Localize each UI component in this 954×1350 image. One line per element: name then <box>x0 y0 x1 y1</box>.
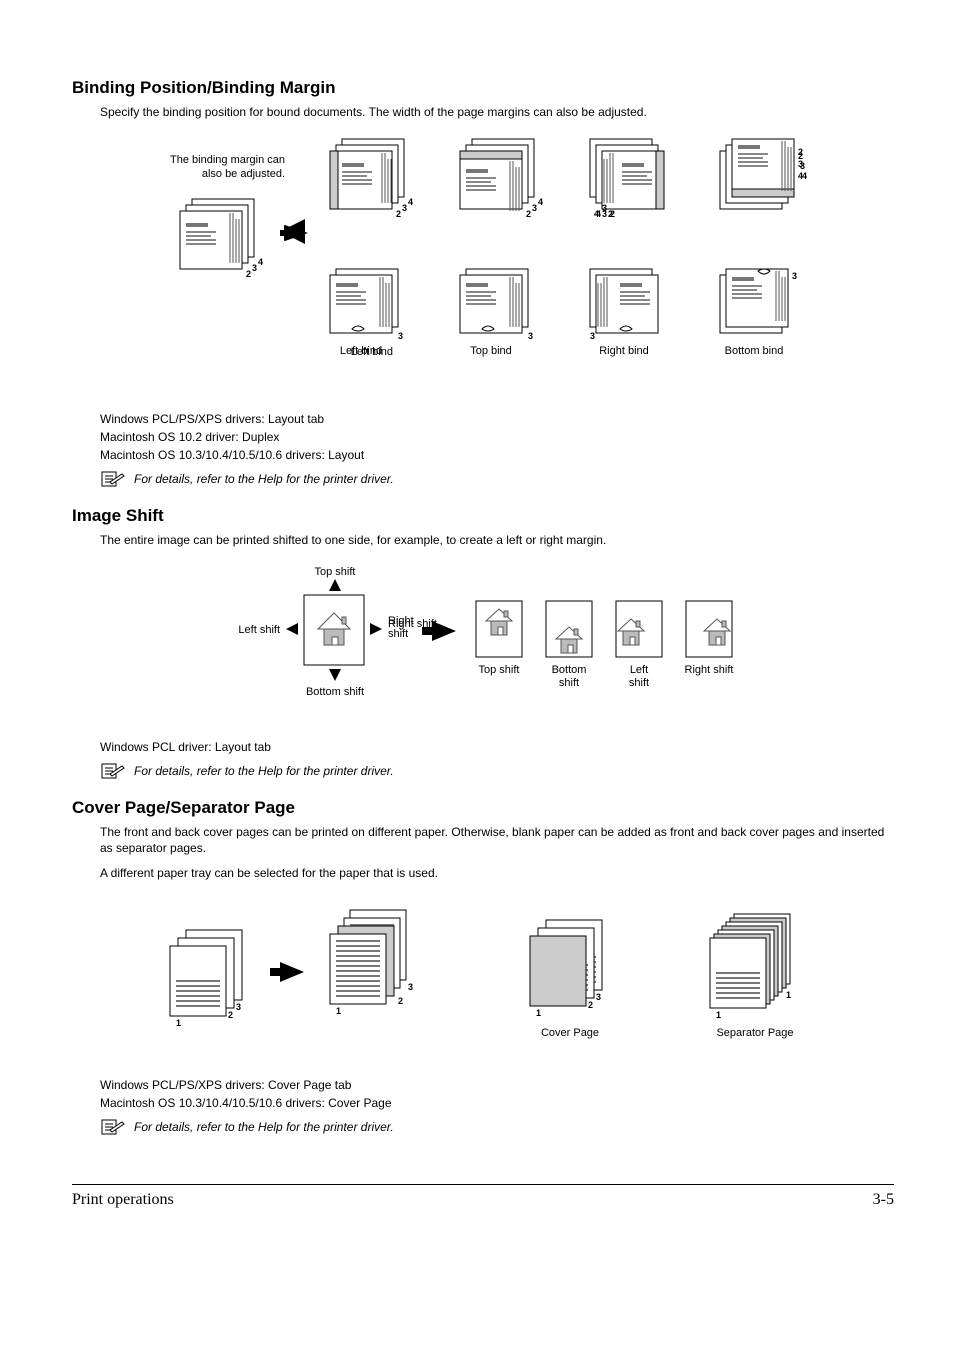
svg-text:2: 2 <box>246 269 251 279</box>
svg-text:2: 2 <box>588 1000 593 1010</box>
svg-text:3: 3 <box>408 982 413 992</box>
svg-text:1: 1 <box>176 1018 181 1028</box>
intro-binding: Specify the binding position for bound d… <box>100 104 894 121</box>
diagram-cover: 1 2 3 1 2 3 1 2 3 Cover Page <box>100 890 894 1068</box>
note-text: For details, refer to the Help for the p… <box>134 1120 394 1134</box>
svg-text:2: 2 <box>798 151 803 161</box>
svg-text:3: 3 <box>236 1002 241 1012</box>
svg-text:Right: Right <box>388 615 414 627</box>
note-text: For details, refer to the Help for the p… <box>134 764 394 778</box>
svg-text:1: 1 <box>716 1010 721 1020</box>
svg-text:2: 2 <box>396 209 401 219</box>
driver-binding-win: Windows PCL/PS/XPS drivers: Layout tab <box>100 412 894 426</box>
svg-text:Separator Page: Separator Page <box>716 1027 793 1039</box>
note-binding: For details, refer to the Help for the p… <box>100 470 894 488</box>
note-icon <box>100 1118 126 1136</box>
note-icon <box>100 470 126 488</box>
svg-text:The binding margin can: The binding margin can <box>170 154 285 166</box>
intro-cover-2: A different paper tray can be selected f… <box>100 865 894 882</box>
svg-text:4: 4 <box>408 197 413 207</box>
svg-text:Left shift: Left shift <box>238 624 280 636</box>
svg-text:3: 3 <box>532 203 537 213</box>
svg-text:Bottom bind: Bottom bind <box>725 345 784 357</box>
svg-text:shift: shift <box>388 628 408 640</box>
svg-text:3: 3 <box>252 263 257 273</box>
svg-text:Right shift: Right shift <box>685 664 734 676</box>
diagram-imageshift: Top shift Bottom shift Left shift Right … <box>100 557 894 730</box>
svg-text:2: 2 <box>228 1010 233 1020</box>
svg-text:Left: Left <box>630 664 648 676</box>
intro-cover-1: The front and back cover pages can be pr… <box>100 824 894 858</box>
svg-text:2: 2 <box>526 209 531 219</box>
heading-cover: Cover Page/Separator Page <box>72 798 894 818</box>
note-icon <box>100 762 126 780</box>
footer-left: Print operations <box>72 1191 174 1209</box>
svg-text:4: 4 <box>802 171 807 181</box>
svg-text:Left bind: Left bind <box>340 345 382 357</box>
driver-binding-mac102: Macintosh OS 10.2 driver: Duplex <box>100 430 894 444</box>
page-footer: Print operations 3-5 <box>72 1184 894 1209</box>
svg-text:Top bind: Top bind <box>470 345 512 357</box>
svg-text:3: 3 <box>800 161 805 171</box>
svg-text:2: 2 <box>398 996 403 1006</box>
svg-text:Right bind: Right bind <box>599 345 649 357</box>
svg-text:shift: shift <box>629 677 649 689</box>
svg-text:shift: shift <box>559 677 579 689</box>
heading-binding: Binding Position/Binding Margin <box>72 78 894 98</box>
svg-text:4: 4 <box>594 209 599 219</box>
svg-text:1: 1 <box>786 990 791 1000</box>
svg-text:3: 3 <box>602 209 607 219</box>
svg-text:Top shift: Top shift <box>315 566 356 578</box>
svg-text:4: 4 <box>258 257 263 267</box>
driver-imageshift-win: Windows PCL driver: Layout tab <box>100 740 894 754</box>
svg-text:Bottom shift: Bottom shift <box>306 686 364 698</box>
svg-text:3: 3 <box>590 331 595 341</box>
driver-binding-mac103: Macintosh OS 10.3/10.4/10.5/10.6 drivers… <box>100 448 894 462</box>
driver-cover-win: Windows PCL/PS/XPS drivers: Cover Page t… <box>100 1078 894 1092</box>
diagram-binding: 2 3 4 The binding margin can also be adj… <box>100 129 894 402</box>
svg-text:also be adjusted.: also be adjusted. <box>202 168 285 180</box>
svg-text:3: 3 <box>528 331 533 341</box>
heading-imageshift: Image Shift <box>72 506 894 526</box>
note-text: For details, refer to the Help for the p… <box>134 472 394 486</box>
svg-text:Bottom: Bottom <box>552 664 587 676</box>
svg-text:Cover Page: Cover Page <box>541 1027 599 1039</box>
svg-text:1: 1 <box>336 1006 341 1016</box>
note-imageshift: For details, refer to the Help for the p… <box>100 762 894 780</box>
svg-text:Top shift: Top shift <box>479 664 520 676</box>
svg-text:3: 3 <box>398 331 403 341</box>
svg-text:3: 3 <box>402 203 407 213</box>
svg-text:3: 3 <box>792 271 797 281</box>
svg-text:4: 4 <box>538 197 543 207</box>
intro-imageshift: The entire image can be printed shifted … <box>100 532 894 549</box>
footer-right: 3-5 <box>873 1191 894 1209</box>
driver-cover-mac103: Macintosh OS 10.3/10.4/10.5/10.6 drivers… <box>100 1096 894 1110</box>
svg-text:3: 3 <box>596 992 601 1002</box>
svg-text:2: 2 <box>610 209 615 219</box>
svg-text:1: 1 <box>536 1008 541 1018</box>
note-cover: For details, refer to the Help for the p… <box>100 1118 894 1136</box>
